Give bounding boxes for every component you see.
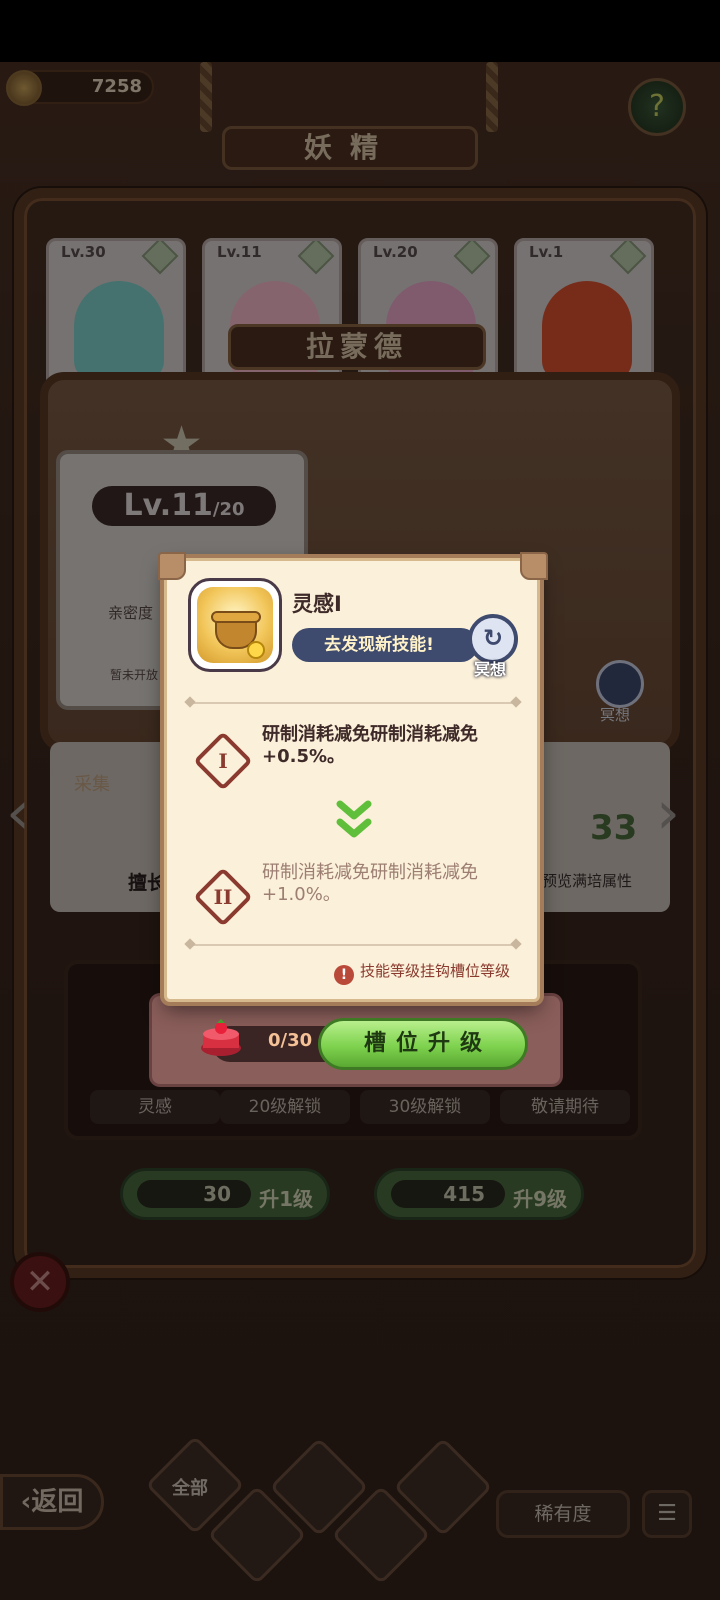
cost-value: 0/30 xyxy=(268,1030,313,1051)
tier-2-badge: II xyxy=(193,867,253,927)
divider xyxy=(190,702,516,704)
discover-skill-button[interactable]: 去发现新技能! xyxy=(292,628,478,662)
golden-pot-icon xyxy=(197,587,273,663)
tier-1-badge: I xyxy=(193,731,253,791)
slot-level-warning: ! 技能等级挂钩槽位等级 xyxy=(334,960,510,985)
tier-1-effect: 研制消耗减免研制消耗减免+0.5%。 xyxy=(262,724,478,767)
chevron-down-icon xyxy=(336,800,372,838)
skill-icon xyxy=(188,578,282,672)
coin-icon xyxy=(247,641,265,659)
meditate-label: 冥想 xyxy=(474,660,507,679)
cake-icon xyxy=(201,1019,241,1056)
modal-corner xyxy=(158,552,186,580)
pot-rim xyxy=(211,611,261,623)
tier-2-effect: 研制消耗减免研制消耗减免+1.0%。 xyxy=(262,862,478,905)
slot-upgrade-button[interactable]: 槽位升级 xyxy=(318,1018,528,1070)
divider xyxy=(190,944,516,946)
modal-corner xyxy=(520,552,548,580)
warning-icon: ! xyxy=(334,965,354,985)
tier-2-numeral: II xyxy=(213,885,233,909)
tier-1-numeral: I xyxy=(218,749,228,773)
warning-text: 技能等级挂钩槽位等级 xyxy=(360,962,511,980)
skill-name: 灵感Ⅰ xyxy=(292,592,342,616)
